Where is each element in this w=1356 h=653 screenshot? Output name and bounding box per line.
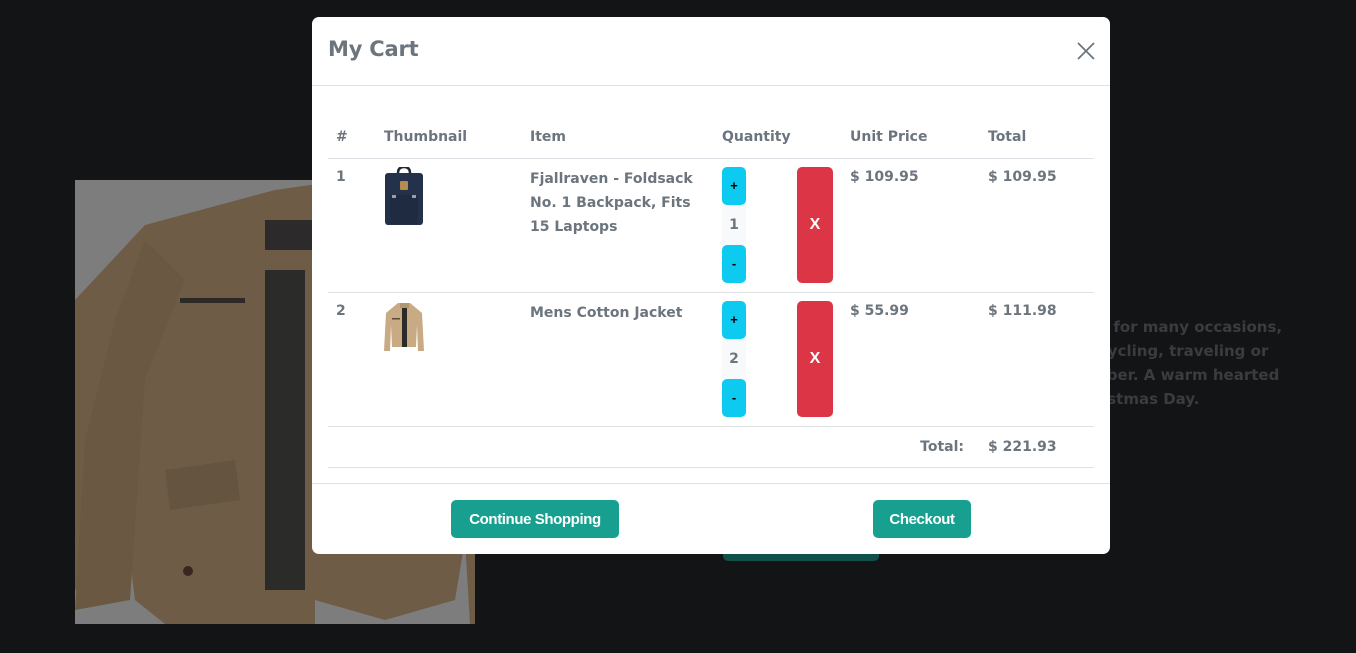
quantity-stepper: + 1 - [722,166,746,283]
item-name: Fjallraven - Foldsack No. 1 Backpack, Fi… [522,158,714,293]
cart-table: # Thumbnail Item Quantity Unit Price Tot… [328,102,1094,468]
modal-body: # Thumbnail Item Quantity Unit Price Tot… [312,86,1110,483]
quantity-value: 1 [722,204,746,245]
increment-button[interactable]: + [722,300,746,339]
decrement-button[interactable]: - [722,378,746,417]
close-icon [1077,42,1095,60]
column-header-quantity: Quantity [714,102,842,159]
item-name: Mens Cotton Jacket [522,292,714,427]
quantity-cell: + 1 - X [714,158,842,293]
jacket-thumbnail [384,302,424,351]
unit-price: $ 109.95 [842,158,980,293]
backpack-thumbnail [385,166,423,225]
thumbnail-cell [376,292,522,427]
column-header-item: Item [522,102,714,159]
quantity-cell: + 2 - X [714,292,842,427]
column-header-total: Total [980,102,1094,159]
column-header-unit-price: Unit Price [842,102,980,159]
row-index: 2 [328,292,376,427]
table-row: 2 Mens Cotton Jacket + 2 - X $ 55.99 $ 1… [328,292,1094,427]
grand-total-label: Total: [328,426,980,468]
continue-shopping-button[interactable]: Continue Shopping [451,500,619,538]
quantity-stepper: + 2 - [722,300,746,417]
thumbnail-cell [376,158,522,293]
decrement-button[interactable]: - [722,244,746,283]
checkout-button[interactable]: Checkout [873,500,971,538]
increment-button[interactable]: + [722,166,746,205]
table-row: 1 Fjallraven - Foldsack No. 1 Backpack, … [328,158,1094,293]
quantity-value: 2 [722,338,746,379]
close-button[interactable] [1076,41,1096,61]
unit-price: $ 55.99 [842,292,980,427]
remove-item-button[interactable]: X [797,166,833,283]
table-header-row: # Thumbnail Item Quantity Unit Price Tot… [328,102,1094,159]
modal-header: My Cart [312,17,1110,86]
column-header-index: # [328,102,376,159]
line-total: $ 111.98 [980,292,1094,427]
modal-footer: Continue Shopping Checkout [312,483,1110,554]
row-index: 1 [328,158,376,293]
remove-item-button[interactable]: X [797,300,833,417]
column-header-thumbnail: Thumbnail [376,102,522,159]
grand-total-value: $ 221.93 [980,426,1094,468]
grand-total-row: Total: $ 221.93 [328,426,1094,468]
modal-title: My Cart [328,37,419,61]
line-total: $ 109.95 [980,158,1094,293]
cart-modal: My Cart # Thumbnail Item Quantity Unit P… [312,17,1110,554]
